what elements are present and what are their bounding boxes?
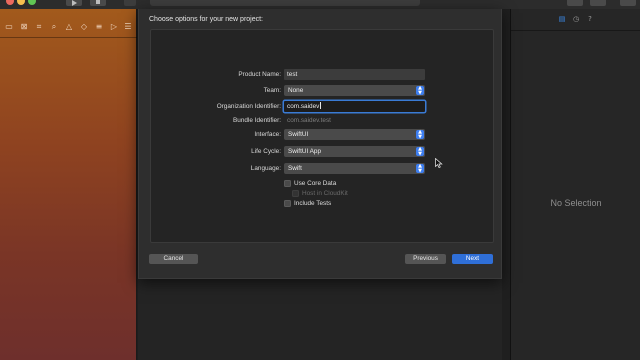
close-window-button[interactable]: [6, 0, 14, 5]
life-cycle-select-value: SwiftUI App: [288, 148, 322, 155]
product-name-row: Product Name: test: [151, 69, 495, 81]
options-panel: Product Name: test Team: None ▲ ▼ Organiz…: [150, 29, 494, 243]
language-row: Language: Swift ▲ ▼: [151, 163, 495, 175]
life-cycle-select[interactable]: SwiftUI App ▲ ▼: [284, 146, 425, 157]
stop-icon[interactable]: [90, 0, 106, 6]
inspector-tab-bar: ▤ ◷ ?: [511, 9, 640, 31]
interface-row: Interface: SwiftUI ▲ ▼: [151, 129, 495, 141]
scheme-selector[interactable]: [124, 0, 136, 6]
new-project-options-sheet: Choose options for your new project: Pro…: [138, 9, 502, 279]
language-select[interactable]: Swift ▲ ▼: [284, 163, 425, 174]
issue-icon[interactable]: △: [63, 21, 75, 33]
no-selection-label: No Selection: [550, 198, 602, 208]
include-tests-label: Include Tests: [294, 200, 332, 207]
code-review-button[interactable]: [590, 0, 606, 6]
chevron-up-down-icon: ▲ ▼: [416, 86, 424, 95]
use-core-data-label: Use Core Data: [294, 180, 337, 187]
file-inspector-icon[interactable]: ▤: [557, 14, 567, 24]
host-in-cloudkit-checkbox: [292, 190, 299, 197]
team-label: Team:: [263, 87, 281, 94]
breakpoint-icon[interactable]: ▷: [108, 21, 120, 33]
include-tests-checkbox[interactable]: [284, 200, 291, 207]
activity-viewer: [150, 0, 420, 6]
navigator-tab-bar: ▭ ⊠ ⌗ ⌕ △ ◇ ≡ ▷ ☰: [0, 18, 137, 38]
interface-select-value: SwiftUI: [288, 131, 309, 138]
library-button[interactable]: [567, 0, 583, 6]
organization-identifier-field[interactable]: com.saidev: [284, 101, 425, 112]
zoom-window-button[interactable]: [28, 0, 36, 5]
inspector-toggle-button[interactable]: [620, 0, 636, 6]
bundle-identifier-value: com.saidev.test: [287, 117, 331, 124]
life-cycle-row: Life Cycle: SwiftUI App ▲ ▼: [151, 146, 495, 158]
test-icon[interactable]: ◇: [78, 21, 90, 33]
previous-button[interactable]: Previous: [405, 254, 446, 264]
mouse-pointer-icon: [435, 158, 443, 168]
product-name-label: Product Name:: [238, 71, 281, 78]
interface-select[interactable]: SwiftUI ▲ ▼: [284, 129, 425, 140]
folder-icon[interactable]: ▭: [3, 21, 15, 33]
editor-scrollbar[interactable]: [502, 9, 510, 360]
history-icon[interactable]: ◷: [571, 14, 581, 24]
inspector-pane: ▤ ◷ ? No Selection: [510, 9, 640, 360]
chevron-up-down-icon: ▲ ▼: [416, 147, 424, 156]
language-select-value: Swift: [288, 165, 302, 172]
navigator-pane: ▭ ⊠ ⌗ ⌕ △ ◇ ≡ ▷ ☰: [0, 9, 137, 360]
source-control-icon[interactable]: ⊠: [18, 21, 30, 33]
minimize-window-button[interactable]: [17, 0, 25, 5]
team-row: Team: None ▲ ▼: [151, 85, 495, 97]
organization-identifier-row: Organization Identifier: com.saidev: [151, 101, 495, 113]
chevron-up-down-icon: ▲ ▼: [416, 164, 424, 173]
organization-identifier-label: Organization Identifier:: [216, 103, 281, 110]
sheet-title: Choose options for your new project:: [149, 16, 264, 23]
find-icon[interactable]: ⌕: [48, 21, 60, 33]
life-cycle-label: Life Cycle:: [251, 148, 281, 155]
help-icon[interactable]: ?: [585, 14, 595, 24]
product-name-field[interactable]: test: [284, 69, 425, 80]
debug-icon[interactable]: ≡: [93, 21, 105, 33]
host-in-cloudkit-label: Host in CloudKit: [302, 190, 348, 197]
cancel-button[interactable]: Cancel: [149, 254, 198, 264]
text-caret: [320, 102, 322, 109]
language-label: Language:: [250, 165, 281, 172]
report-icon[interactable]: ☰: [122, 21, 134, 33]
chevron-up-down-icon: ▲ ▼: [416, 130, 424, 139]
bundle-identifier-row: Bundle Identifier: com.saidev.test: [151, 115, 495, 127]
interface-label: Interface:: [254, 131, 281, 138]
bundle-identifier-label: Bundle Identifier:: [233, 117, 281, 124]
organization-identifier-value: com.saidev: [287, 103, 320, 110]
window-toolbar: [0, 0, 640, 9]
symbol-icon[interactable]: ⌗: [33, 21, 45, 33]
team-select-value: None: [288, 87, 304, 94]
run-icon[interactable]: [66, 0, 82, 6]
team-select[interactable]: None ▲ ▼: [284, 85, 425, 96]
use-core-data-checkbox[interactable]: [284, 180, 291, 187]
next-button[interactable]: Next: [452, 254, 493, 264]
